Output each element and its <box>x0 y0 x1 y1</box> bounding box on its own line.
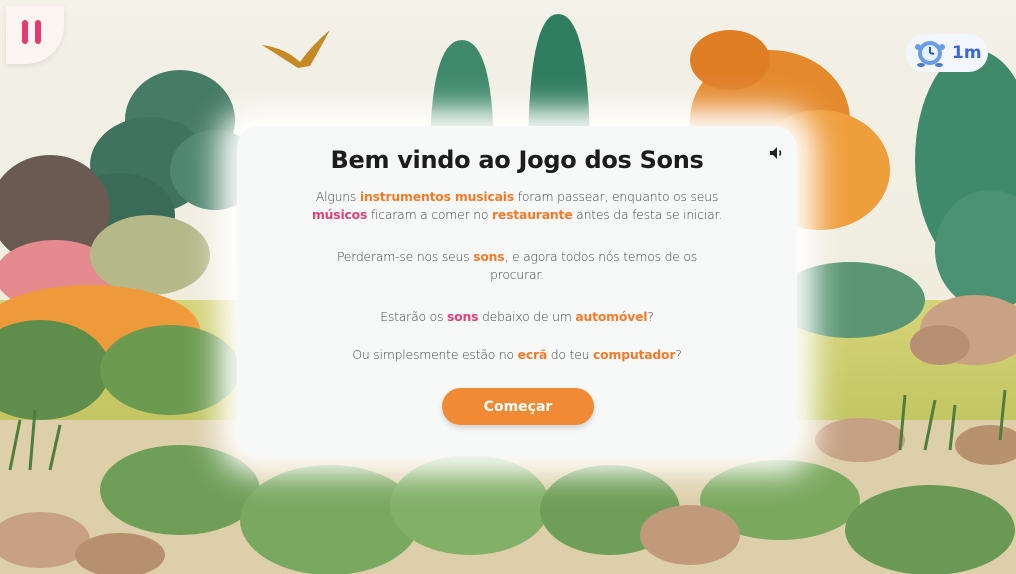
highlight-instruments: instrumentos musicais <box>359 189 514 204</box>
text: procurar. <box>490 267 544 282</box>
text: Estarão os <box>380 309 447 324</box>
lost-sounds-paragraph: Perderam-se nos seus sons, e agora todos… <box>267 248 767 284</box>
text: ? <box>675 347 682 362</box>
text: foram passear, enquanto os seus <box>513 189 719 204</box>
text: debaixo de um <box>478 309 576 324</box>
highlight-musicians: músicos <box>311 207 368 222</box>
pause-bar <box>34 20 41 44</box>
text: ficaram a comer no <box>367 207 493 222</box>
text: Alguns <box>315 189 360 204</box>
clock-mascot-icon <box>915 41 945 67</box>
speaker-icon[interactable] <box>769 146 785 160</box>
text: do teu <box>547 347 594 362</box>
highlight-sounds: sons <box>446 309 479 324</box>
car-question: Estarão os sons debaixo de um automóvel? <box>267 308 767 326</box>
intro-paragraph: Alguns instrumentos musicais foram passe… <box>267 188 767 224</box>
highlight-sounds: sons <box>473 249 505 264</box>
highlight-screen: ecrã <box>517 347 548 362</box>
text: Perderam-se nos seus <box>336 249 474 264</box>
text: , e agora todos nós temos de os <box>504 249 698 264</box>
text: Ou simplesmente estão no <box>352 347 518 362</box>
computer-question: Ou simplesmente estão no ecrã do teu com… <box>267 346 767 364</box>
timer-value: 1m <box>952 43 982 63</box>
highlight-restaurant: restaurante <box>492 207 573 222</box>
highlight-car: automóvel <box>575 309 648 324</box>
pause-bar <box>21 20 28 44</box>
highlight-computer: computador <box>593 347 676 362</box>
start-button[interactable]: Começar <box>442 388 594 425</box>
text: antes da festa se iniciar. <box>572 207 723 222</box>
timer-badge: 1m <box>906 34 988 72</box>
text: ? <box>647 309 654 324</box>
dialog-title: Bem vindo ao Jogo dos Sons <box>330 146 704 174</box>
pause-icon <box>21 20 41 44</box>
welcome-dialog: Bem vindo ao Jogo dos Sons Alguns instru… <box>237 126 797 456</box>
